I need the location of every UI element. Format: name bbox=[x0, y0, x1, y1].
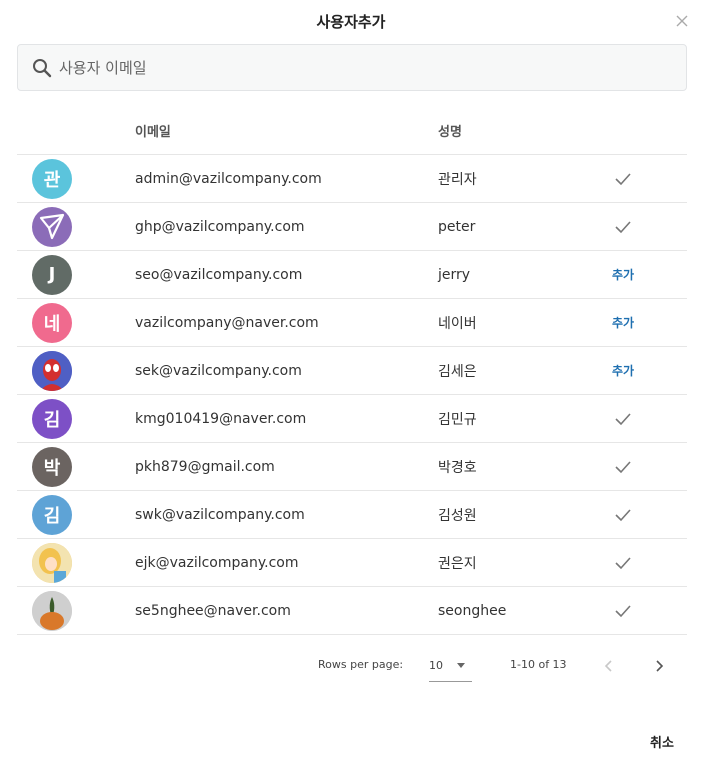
column-header-name: 성명 bbox=[438, 125, 462, 140]
table-body: 관 admin@vazilcompany.com 관리자 ghp@vazilcompa… bbox=[17, 155, 687, 635]
user-email: ejk@vazilcompany.com bbox=[135, 554, 299, 571]
table-row: sek@vazilcompany.com 김세은 추가 bbox=[17, 347, 687, 395]
table-row: 김 swk@vazilcompany.com 김성원 bbox=[17, 491, 687, 539]
user-name: 네이버 bbox=[438, 315, 477, 332]
avatar: 김 bbox=[32, 494, 72, 535]
check-icon bbox=[615, 220, 631, 233]
user-table: 이메일 성명 관 admin@vazilcompany.com 관리자 ghp@vaz… bbox=[17, 107, 687, 635]
rows-per-page-select[interactable]: 10 bbox=[429, 650, 472, 682]
close-icon[interactable] bbox=[673, 12, 691, 30]
user-email: swk@vazilcompany.com bbox=[135, 506, 305, 523]
alice-photo-icon bbox=[32, 542, 72, 583]
search-bar[interactable] bbox=[17, 44, 687, 91]
chevron-right-icon[interactable] bbox=[649, 656, 669, 676]
table-row: ghp@vazilcompany.com peter bbox=[17, 203, 687, 251]
user-name: peter bbox=[438, 218, 476, 235]
cancel-button[interactable]: 취소 bbox=[650, 732, 674, 751]
user-email: ghp@vazilcompany.com bbox=[135, 218, 305, 235]
spiderman-photo-icon bbox=[32, 350, 72, 391]
pagination-range: 1-10 of 13 bbox=[510, 658, 567, 671]
user-email: vazilcompany@naver.com bbox=[135, 314, 319, 331]
table-row: se5nghee@naver.com seonghee bbox=[17, 587, 687, 635]
table-row: 관 admin@vazilcompany.com 관리자 bbox=[17, 155, 687, 203]
avatar: 관 bbox=[32, 158, 72, 199]
table-header: 이메일 성명 bbox=[17, 107, 687, 155]
rows-per-page-label: Rows per page: bbox=[318, 658, 404, 671]
avatar: J bbox=[32, 254, 72, 295]
search-input[interactable] bbox=[59, 58, 619, 77]
user-name: 김성원 bbox=[438, 507, 477, 524]
table-row: Jseo@vazilcompany.com jerry 추가 bbox=[17, 251, 687, 299]
table-row: 네 vazilcompany@naver.com 네이버 추가 bbox=[17, 299, 687, 347]
user-email: se5nghee@naver.com bbox=[135, 602, 291, 619]
pumpkin-photo-icon bbox=[32, 590, 72, 631]
user-name: 관리자 bbox=[438, 171, 477, 188]
check-icon bbox=[615, 604, 631, 617]
search-icon bbox=[33, 58, 52, 77]
chevron-left-icon[interactable] bbox=[599, 656, 619, 676]
check-icon bbox=[615, 460, 631, 473]
user-name: 김민규 bbox=[438, 411, 477, 428]
user-email: sek@vazilcompany.com bbox=[135, 362, 302, 379]
user-name: 박경호 bbox=[438, 459, 477, 476]
user-email: kmg010419@naver.com bbox=[135, 410, 307, 427]
table-row: 김 kmg010419@naver.com 김민규 bbox=[17, 395, 687, 443]
add-user-button[interactable]: 추가 bbox=[612, 266, 634, 283]
add-user-button[interactable]: 추가 bbox=[612, 314, 634, 331]
pagination: Rows per page: 10 1-10 of 13 bbox=[0, 650, 702, 682]
avatar: 김 bbox=[32, 398, 72, 439]
check-icon bbox=[615, 508, 631, 521]
user-email: pkh879@gmail.com bbox=[135, 458, 275, 475]
check-icon bbox=[615, 556, 631, 569]
check-icon bbox=[615, 412, 631, 425]
check-icon bbox=[615, 172, 631, 185]
avatar: 박 bbox=[32, 446, 72, 487]
user-name: 권은지 bbox=[438, 555, 477, 572]
table-row: ejk@vazilcompany.com 권은지 bbox=[17, 539, 687, 587]
table-row: 박 pkh879@gmail.com 박경호 bbox=[17, 443, 687, 491]
user-name: 김세은 bbox=[438, 363, 477, 380]
user-email: seo@vazilcompany.com bbox=[135, 266, 303, 283]
dialog-title: 사용자추가 bbox=[316, 13, 386, 31]
column-header-email: 이메일 bbox=[135, 125, 171, 140]
avatar: 네 bbox=[32, 302, 72, 343]
user-name: jerry bbox=[438, 266, 471, 283]
chevron-down-icon bbox=[457, 663, 465, 668]
user-name: seonghee bbox=[438, 602, 507, 619]
user-email: admin@vazilcompany.com bbox=[135, 170, 322, 187]
paper-plane-icon bbox=[32, 206, 72, 247]
rows-per-page-value: 10 bbox=[429, 659, 443, 672]
add-user-button[interactable]: 추가 bbox=[612, 362, 634, 379]
